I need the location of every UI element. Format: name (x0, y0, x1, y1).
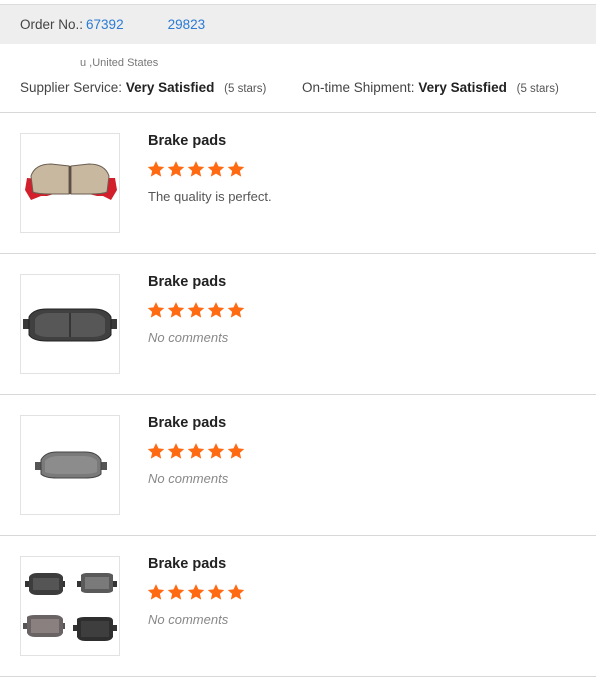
star-rating (147, 160, 247, 178)
star-icon (147, 160, 167, 178)
star-icon (227, 301, 247, 319)
order-number-link[interactable]: 67392 29823 (86, 17, 205, 32)
review-item: Brake pads No comments (0, 395, 596, 535)
brake-pad-set-icon[interactable] (20, 556, 120, 656)
order-number-start[interactable]: 67392 (86, 17, 124, 32)
divider (0, 676, 596, 677)
star-icon (207, 583, 227, 601)
supplier-service-stars: (5 stars) (224, 83, 267, 95)
star-icon (227, 442, 247, 460)
grey-brake-pad-icon[interactable] (20, 415, 120, 515)
dark-brake-pad-icon[interactable] (20, 274, 120, 374)
star-icon (187, 301, 207, 319)
star-icon (147, 301, 167, 319)
shipment-label: On-time Shipment: (302, 80, 415, 95)
buyer-location: u ,United States (20, 57, 158, 69)
order-number-label: Order No.: (20, 17, 84, 32)
star-icon (167, 442, 187, 460)
review-comment: The quality is perfect. (148, 189, 272, 204)
star-icon (227, 160, 247, 178)
item-title[interactable]: Brake pads (148, 556, 226, 572)
review-item: Brake pads No comments (0, 254, 596, 394)
star-rating (147, 442, 247, 460)
review-comment: No comments (148, 612, 229, 627)
star-icon (207, 160, 227, 178)
star-icon (187, 160, 207, 178)
item-title[interactable]: Brake pads (148, 274, 226, 290)
order-number-end[interactable]: 29823 (168, 17, 206, 32)
buyer-country: u ,United States (80, 57, 159, 69)
star-icon (187, 442, 207, 460)
star-icon (147, 442, 167, 460)
shipment-value: Very Satisfied (418, 80, 507, 95)
star-icon (227, 583, 247, 601)
star-icon (147, 583, 167, 601)
star-icon (207, 301, 227, 319)
order-header: Order No.: 67392 29823 (0, 4, 596, 44)
supplier-service-label: Supplier Service: (20, 80, 123, 95)
item-title[interactable]: Brake pads (148, 415, 226, 431)
supplier-service-rating: Supplier Service: Very Satisfied (5 star… (20, 80, 266, 95)
shipment-stars: (5 stars) (516, 83, 559, 95)
supplier-service-value: Very Satisfied (125, 80, 215, 95)
review-item: Brake pads The quality is perfect. (0, 113, 596, 253)
review-comment: No comments (148, 330, 229, 345)
review-item: Brake pads No comments (0, 536, 596, 676)
shipment-rating: On-time Shipment: Very Satisfied (5 star… (302, 80, 559, 95)
star-icon (207, 442, 227, 460)
star-icon (167, 301, 187, 319)
item-title[interactable]: Brake pads (148, 133, 226, 149)
red-caliper-brake-pad-icon[interactable] (20, 133, 120, 233)
review-comment: No comments (148, 471, 229, 486)
star-rating (147, 301, 247, 319)
star-icon (187, 583, 207, 601)
star-icon (167, 160, 187, 178)
star-icon (167, 583, 187, 601)
star-rating (147, 583, 247, 601)
